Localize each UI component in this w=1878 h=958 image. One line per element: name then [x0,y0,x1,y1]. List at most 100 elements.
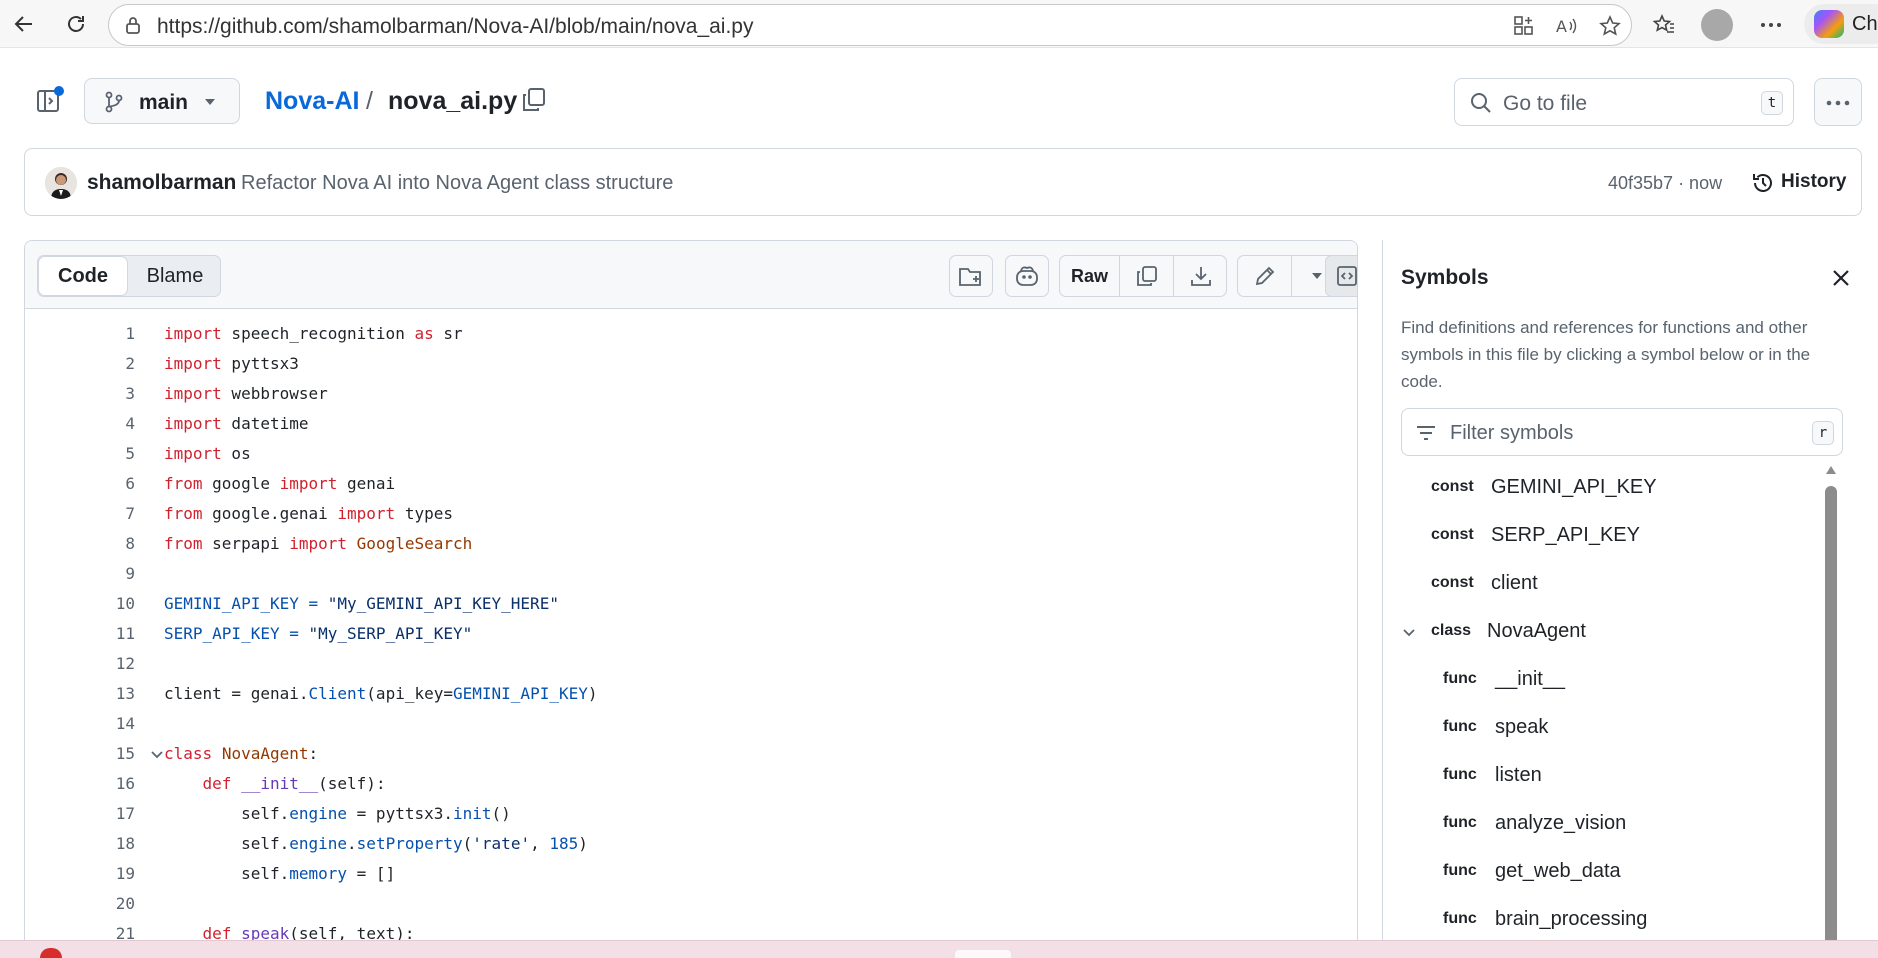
copilot-label: Ch [1852,13,1878,35]
breadcrumb-repo-link[interactable]: Nova-AI [265,87,359,116]
line-number[interactable]: 14 [65,709,135,739]
line-number[interactable]: 17 [65,799,135,829]
symbol-kind: func [1443,862,1477,879]
favorites-icon[interactable] [1647,8,1681,42]
line-number[interactable]: 13 [65,679,135,709]
lock-icon[interactable] [123,15,143,41]
code-line: 9 [25,559,1357,589]
file-actions-group: Raw [1059,255,1227,297]
line-number[interactable]: 9 [65,559,135,589]
history-button[interactable]: History [1743,165,1847,201]
history-icon [1751,171,1775,200]
commit-message-link[interactable]: Refactor Nova AI into Nova Agent class s… [241,172,673,195]
symbol-kind: class [1431,622,1472,639]
go-to-file-input[interactable]: Go to file t [1454,78,1794,126]
line-number[interactable]: 1 [65,319,135,349]
address-bar[interactable]: https://github.com/shamolbarman/Nova-AI/… [108,4,1632,46]
chevron-down-icon[interactable] [1401,624,1417,640]
back-icon[interactable] [8,8,40,40]
symbol-item[interactable]: func speak [1401,706,1821,750]
code-line: 4 import datetime [25,409,1357,439]
scroll-up-arrow-icon[interactable] [1826,466,1836,476]
filter-symbols-shortcut: r [1812,421,1834,445]
symbol-item[interactable]: const client [1401,562,1821,606]
symbol-name: SERP_API_KEY [1491,524,1640,546]
line-number[interactable]: 11 [65,619,135,649]
code-viewer: Code Blame Raw 1 import speech_recogniti… [24,240,1358,958]
commit-author-link[interactable]: shamolbarman [87,171,236,195]
branch-name: main [139,91,189,114]
download-icon[interactable] [1174,256,1228,296]
folder-sparkle-icon [959,268,981,286]
refresh-icon[interactable] [60,8,92,40]
code-toolbar: Code Blame Raw [25,241,1357,309]
symbol-name: brain_processing [1495,908,1648,930]
latest-commit-bar: shamolbarman Refactor Nova AI into Nova … [24,148,1862,216]
browser-menu-icon[interactable] [1754,8,1788,42]
symbol-kind: func [1443,910,1477,927]
tab-code[interactable]: Code [38,256,128,296]
line-number[interactable]: 15 [65,739,135,769]
symbol-kind: const [1431,478,1474,495]
branch-selector[interactable]: main [84,78,240,124]
code-line: 18 self.engine.setProperty('rate', 185) [25,829,1357,859]
profile-avatar[interactable] [1700,8,1734,42]
code-line: 19 self.memory = [] [25,859,1357,889]
line-number[interactable]: 2 [65,349,135,379]
line-number[interactable]: 16 [65,769,135,799]
line-number[interactable]: 10 [65,589,135,619]
symbol-item[interactable]: func __init__ [1401,658,1821,702]
line-number[interactable]: 4 [65,409,135,439]
taskbar-app-icon[interactable] [955,950,1011,958]
line-number[interactable]: 7 [65,499,135,529]
copilot-icon [1016,266,1038,286]
symbol-item[interactable]: func analyze_vision [1401,802,1821,846]
line-number[interactable]: 18 [65,829,135,859]
edit-pencil-icon[interactable] [1238,256,1292,296]
copy-raw-icon[interactable] [1120,256,1174,296]
code-line: 2 import pyttsx3 [25,349,1357,379]
app-grid-icon[interactable] [1513,15,1535,43]
favorite-star-icon[interactable] [1599,15,1621,43]
line-number[interactable]: 3 [65,379,135,409]
commit-sha-time[interactable]: 40f35b7 · now [1608,173,1722,194]
author-avatar[interactable] [45,167,77,199]
raw-button[interactable]: Raw [1060,256,1120,296]
line-number[interactable]: 20 [65,889,135,919]
symbol-name: analyze_vision [1495,812,1627,834]
line-number[interactable]: 8 [65,529,135,559]
more-options-button[interactable] [1814,78,1862,126]
filter-symbols-input[interactable]: Filter symbols r [1401,408,1843,456]
code-line: 14 [25,709,1357,739]
symbol-item[interactable]: func get_web_data [1401,850,1821,894]
url-text: https://github.com/shamolbarman/Nova-AI/… [157,15,754,38]
copilot-chat-button[interactable] [1005,255,1049,297]
copilot-button[interactable]: Ch [1804,4,1878,44]
code-square-icon [1337,266,1357,286]
line-number[interactable]: 6 [65,469,135,499]
copy-path-icon[interactable] [520,86,550,116]
fold-chevron-icon[interactable] [149,746,165,762]
code-line: 11 SERP_API_KEY = "My_SERP_API_KEY" [25,619,1357,649]
scrollbar-thumb[interactable] [1825,486,1837,958]
open-in-codespace-button[interactable] [949,255,993,297]
symbol-item[interactable]: const GEMINI_API_KEY [1401,466,1821,510]
line-number[interactable]: 19 [65,859,135,889]
symbol-item[interactable]: const SERP_API_KEY [1401,514,1821,558]
code-line: 6 from google import genai [25,469,1357,499]
filter-symbols-placeholder: Filter symbols [1450,422,1574,444]
symbol-kind: func [1443,814,1477,831]
symbols-panel-toggle[interactable] [1325,255,1357,297]
symbol-item[interactable]: class NovaAgent [1401,610,1821,654]
read-aloud-icon[interactable]: A [1555,15,1579,43]
symbol-kind: func [1443,670,1477,687]
code-line: 15 class NovaAgent: [25,739,1357,769]
symbol-name: __init__ [1495,668,1566,690]
line-number[interactable]: 5 [65,439,135,469]
symbol-item[interactable]: func listen [1401,754,1821,798]
line-number[interactable]: 12 [65,649,135,679]
tab-blame[interactable]: Blame [130,256,220,296]
code-blame-toggle: Code Blame [37,255,221,297]
close-icon[interactable] [1827,264,1857,294]
symbol-item[interactable]: func brain_processing [1401,898,1821,942]
